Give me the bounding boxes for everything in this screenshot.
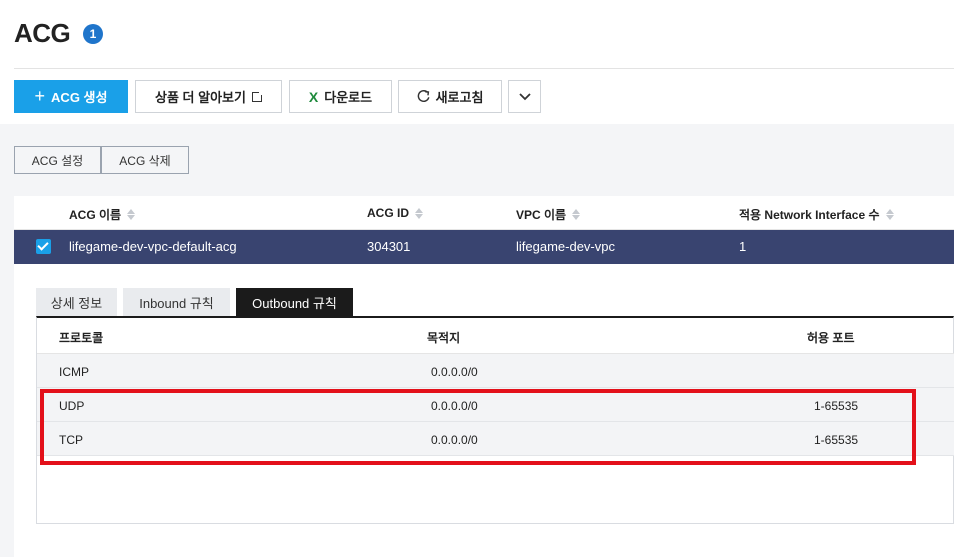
tab-outbound[interactable]: Outbound 규칙 bbox=[236, 288, 353, 316]
sort-icon bbox=[885, 209, 894, 220]
download-label: 다운로드 bbox=[324, 90, 373, 105]
column-acg-id[interactable]: ACG ID bbox=[367, 206, 423, 220]
acg-name-cell: lifegame-dev-vpc-default-acg bbox=[69, 239, 237, 254]
ni-count-cell: 1 bbox=[739, 239, 747, 254]
port-cell: 1-65535 bbox=[814, 399, 859, 413]
refresh-label: 새로고침 bbox=[435, 90, 484, 105]
column-port: 허용 포트 bbox=[807, 331, 855, 345]
more-options-button[interactable] bbox=[508, 80, 541, 113]
rules-header: 프로토콜 목적지 허용 포트 bbox=[37, 318, 954, 354]
column-label: ACG 이름 bbox=[69, 208, 122, 222]
protocol-cell: TCP bbox=[59, 433, 83, 447]
sort-icon bbox=[127, 209, 136, 220]
excel-icon: X bbox=[308, 88, 319, 105]
acg-panel: ACG 이름 ACG ID VPC 이름 적용 Network Interfac… bbox=[14, 196, 954, 557]
acg-id-cell: 304301 bbox=[367, 239, 411, 254]
create-acg-label: ACG 생성 bbox=[51, 90, 108, 105]
protocol-cell: UDP bbox=[59, 399, 85, 413]
rule-row: UDP 0.0.0.0/0 1-65535 bbox=[37, 388, 954, 422]
rule-row: TCP 0.0.0.0/0 1-65535 bbox=[37, 422, 954, 456]
create-acg-button[interactable]: + ACG 생성 bbox=[14, 80, 128, 113]
header-divider bbox=[14, 68, 954, 69]
outbound-rules-table: 프로토콜 목적지 허용 포트 ICMP 0.0.0.0/0 UDP 0.0.0.… bbox=[36, 316, 954, 524]
column-label: VPC 이름 bbox=[516, 208, 567, 222]
rule-row: ICMP 0.0.0.0/0 bbox=[37, 354, 954, 388]
acg-delete-button[interactable]: ACG 삭제 bbox=[101, 146, 189, 174]
chevron-down-icon bbox=[518, 92, 531, 100]
refresh-button[interactable]: 새로고침 bbox=[398, 80, 502, 113]
page-title: ACG bbox=[14, 18, 71, 48]
destination-cell: 0.0.0.0/0 bbox=[431, 365, 478, 379]
refresh-icon bbox=[417, 90, 430, 102]
learn-more-label: 상품 더 알아보기 bbox=[155, 90, 246, 105]
destination-cell: 0.0.0.0/0 bbox=[431, 433, 478, 447]
sort-icon bbox=[415, 207, 423, 219]
row-checkbox[interactable] bbox=[36, 239, 51, 254]
tab-inbound[interactable]: Inbound 규칙 bbox=[123, 288, 230, 316]
port-cell: 1-65535 bbox=[814, 433, 859, 447]
download-button[interactable]: X 다운로드 bbox=[289, 80, 392, 113]
sort-icon bbox=[572, 209, 581, 220]
info-badge[interactable]: 1 bbox=[83, 24, 103, 44]
column-label: ACG ID bbox=[367, 206, 409, 220]
column-label: 적용 Network Interface 수 bbox=[739, 208, 880, 222]
external-link-icon bbox=[251, 89, 264, 102]
column-ni-count[interactable]: 적용 Network Interface 수 bbox=[739, 206, 894, 223]
content-area: ACG 설정 ACG 삭제 ACG 이름 ACG ID VPC 이름 적용 Ne… bbox=[0, 124, 954, 557]
destination-cell: 0.0.0.0/0 bbox=[431, 399, 478, 413]
plus-icon: + bbox=[34, 85, 46, 106]
learn-more-button[interactable]: 상품 더 알아보기 bbox=[135, 80, 282, 113]
protocol-cell: ICMP bbox=[59, 365, 89, 379]
vpc-name-cell: lifegame-dev-vpc bbox=[516, 239, 615, 254]
column-destination: 목적지 bbox=[427, 331, 461, 345]
column-protocol: 프로토콜 bbox=[59, 331, 104, 345]
column-vpc-name[interactable]: VPC 이름 bbox=[516, 206, 581, 223]
column-acg-name[interactable]: ACG 이름 bbox=[69, 206, 136, 223]
page-header: ACG 1 + ACG 생성 상품 더 알아보기 X 다운로드 새로고침 bbox=[0, 0, 954, 124]
table-row[interactable]: lifegame-dev-vpc-default-acg 304301 life… bbox=[14, 230, 954, 264]
table-header: ACG 이름 ACG ID VPC 이름 적용 Network Interfac… bbox=[14, 196, 954, 230]
acg-settings-button[interactable]: ACG 설정 bbox=[14, 146, 101, 174]
tab-details[interactable]: 상세 정보 bbox=[36, 288, 117, 316]
